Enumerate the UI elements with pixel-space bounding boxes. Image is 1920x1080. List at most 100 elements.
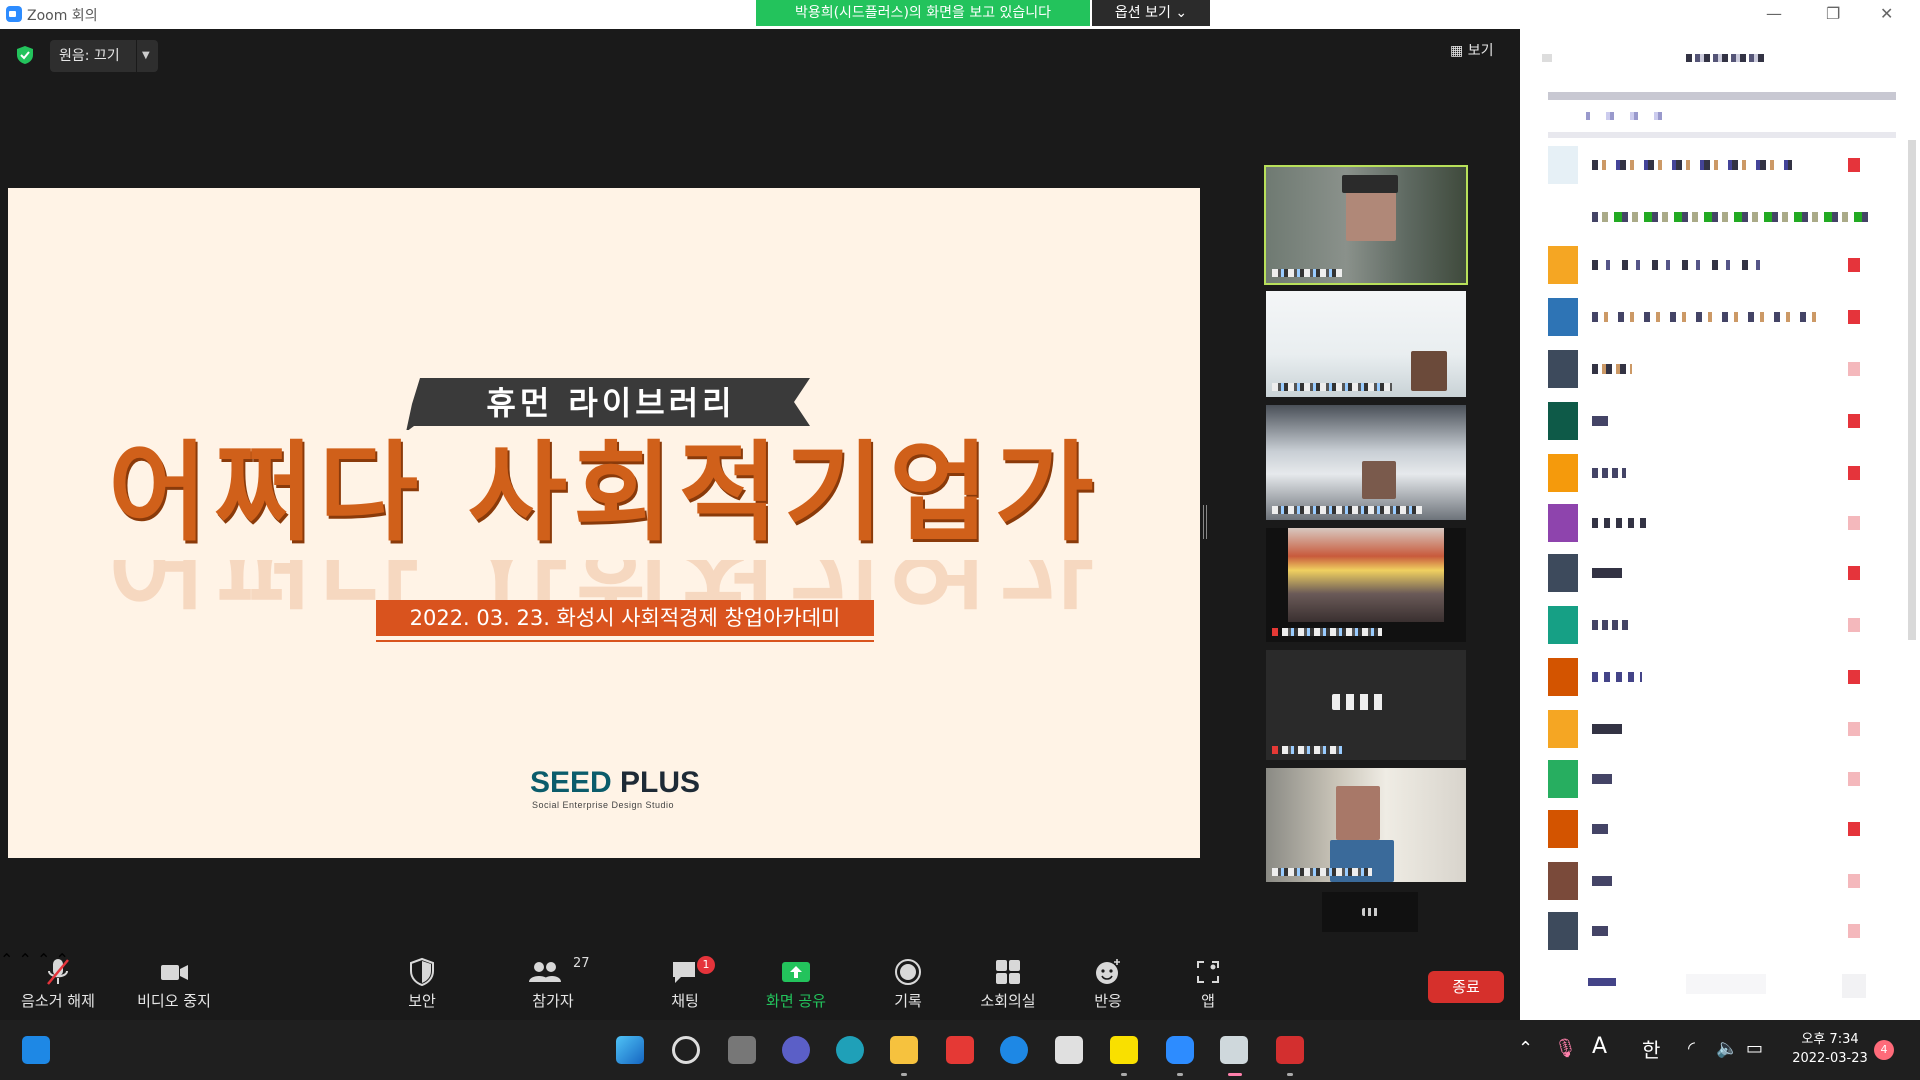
microphone-icon[interactable]: 🎙 bbox=[1554, 1038, 1577, 1059]
video-icon bbox=[124, 956, 224, 988]
chevron-down-icon[interactable]: ▼ bbox=[142, 40, 150, 72]
start-icon[interactable] bbox=[616, 1036, 644, 1064]
pdf-icon[interactable] bbox=[1276, 1036, 1304, 1064]
sync-app-icon[interactable] bbox=[946, 1036, 974, 1064]
list-item-name bbox=[1592, 672, 1642, 682]
edge-icon[interactable] bbox=[1000, 1036, 1028, 1064]
list-item[interactable] bbox=[1548, 862, 1888, 900]
avatar bbox=[1548, 710, 1578, 748]
shield-icon[interactable] bbox=[15, 45, 35, 65]
zoom-icon[interactable] bbox=[1166, 1036, 1194, 1064]
list-item[interactable] bbox=[1548, 810, 1888, 848]
avatar bbox=[1548, 504, 1578, 542]
avatar bbox=[1548, 298, 1578, 336]
divider bbox=[376, 640, 874, 642]
file-explorer-icon[interactable] bbox=[890, 1036, 918, 1064]
system-clock[interactable]: 오후 7:34 2022-03-23 bbox=[1780, 1030, 1880, 1068]
language-indicator[interactable]: 한 bbox=[1642, 1034, 1660, 1063]
avatar bbox=[1548, 198, 1578, 236]
view-options-label: 옵션 보기 bbox=[1114, 5, 1171, 21]
scrollbar[interactable] bbox=[1908, 140, 1916, 640]
video-tile[interactable] bbox=[1264, 165, 1468, 285]
task-view-icon[interactable] bbox=[728, 1036, 756, 1064]
kakaotalk-icon[interactable] bbox=[1110, 1036, 1138, 1064]
status-icon bbox=[1848, 466, 1860, 480]
record-button[interactable]: 기록 bbox=[858, 956, 958, 1016]
resize-handle[interactable] bbox=[1203, 505, 1207, 539]
original-sound-toggle[interactable]: 원음: 끄기 ▼ bbox=[50, 40, 158, 72]
list-item[interactable] bbox=[1548, 504, 1888, 542]
app-icon[interactable] bbox=[1055, 1036, 1083, 1064]
list-item-name bbox=[1592, 260, 1772, 270]
view-button[interactable]: ▦ 보기 bbox=[1450, 40, 1493, 60]
list-item[interactable] bbox=[1548, 710, 1888, 748]
chevron-up-icon[interactable]: ⌃ bbox=[1518, 1038, 1533, 1059]
video-tile[interactable] bbox=[1266, 768, 1466, 882]
panel-footer-button[interactable] bbox=[1686, 974, 1766, 994]
list-item-name bbox=[1592, 416, 1608, 426]
share-screen-icon bbox=[746, 956, 846, 988]
battery-icon[interactable]: ▭ bbox=[1746, 1038, 1763, 1059]
participants-icon: 27 bbox=[503, 956, 603, 988]
status-icon bbox=[1848, 874, 1860, 888]
security-button[interactable]: 보안 bbox=[372, 956, 472, 1016]
search-icon[interactable] bbox=[672, 1036, 700, 1064]
status-icon bbox=[1848, 566, 1860, 580]
participant-label bbox=[1332, 694, 1388, 710]
ime-indicator[interactable]: A bbox=[1592, 1034, 1607, 1059]
participants-button[interactable]: 27 참가자 bbox=[503, 956, 603, 1016]
video-frame bbox=[1288, 528, 1444, 622]
slide-subtitle: 휴먼 라이브러리 bbox=[486, 384, 736, 422]
list-item-name bbox=[1592, 468, 1626, 478]
close-icon[interactable]: ✕ bbox=[1880, 4, 1893, 23]
chat-icon: 1 bbox=[635, 956, 735, 988]
list-item[interactable] bbox=[1548, 554, 1888, 592]
video-tile[interactable] bbox=[1266, 405, 1466, 520]
app-icon[interactable] bbox=[22, 1036, 50, 1064]
list-item[interactable] bbox=[1548, 454, 1888, 492]
browser-icon[interactable] bbox=[836, 1036, 864, 1064]
list-item[interactable] bbox=[1548, 246, 1888, 284]
stop-video-button[interactable]: 비디오 중지 bbox=[124, 956, 224, 1016]
list-item[interactable] bbox=[1548, 198, 1888, 236]
view-options-button[interactable]: 옵션 보기 ⌄ bbox=[1092, 0, 1210, 26]
mic-muted-icon bbox=[1272, 746, 1278, 754]
meeting-toolbar: 음소거 해제 ⌃ 비디오 중지 ⌃ 보안 27 참가자 ⌃ 1 채팅 화면 공유… bbox=[0, 950, 1520, 1020]
side-panel: — ❐ ✕ bbox=[1520, 0, 1920, 1020]
reactions-button[interactable]: 반응 bbox=[1058, 956, 1158, 1016]
unmute-button[interactable]: 음소거 해제 bbox=[8, 956, 108, 1016]
search-input[interactable] bbox=[1548, 92, 1896, 100]
chat-app-icon[interactable] bbox=[782, 1036, 810, 1064]
wifi-icon[interactable]: ◜ bbox=[1688, 1038, 1695, 1059]
panel-footer-button[interactable] bbox=[1842, 974, 1866, 998]
video-tile[interactable] bbox=[1266, 291, 1466, 397]
snipping-tool-icon[interactable] bbox=[1220, 1036, 1248, 1064]
volume-icon[interactable]: 🔈 bbox=[1716, 1038, 1738, 1059]
video-tile[interactable] bbox=[1266, 528, 1466, 642]
list-item[interactable] bbox=[1548, 658, 1888, 696]
video-tile[interactable] bbox=[1266, 650, 1466, 760]
running-indicator bbox=[1287, 1073, 1293, 1076]
panel-footer-button[interactable] bbox=[1588, 978, 1616, 986]
security-icon bbox=[372, 956, 472, 988]
list-item[interactable] bbox=[1548, 760, 1888, 798]
list-item[interactable] bbox=[1548, 298, 1888, 336]
gallery-pager[interactable] bbox=[1322, 892, 1418, 932]
apps-button[interactable]: 앱 bbox=[1158, 956, 1258, 1016]
chat-button[interactable]: 1 채팅 bbox=[635, 956, 735, 1016]
panel-tabs[interactable] bbox=[1586, 112, 1666, 120]
end-meeting-button[interactable]: 종료 bbox=[1428, 971, 1504, 1003]
list-item[interactable] bbox=[1548, 350, 1888, 388]
breakout-rooms-button[interactable]: 소회의실 bbox=[958, 956, 1058, 1016]
notification-badge[interactable]: 4 bbox=[1874, 1040, 1894, 1060]
list-item[interactable] bbox=[1548, 912, 1888, 950]
minimize-icon[interactable]: — bbox=[1766, 4, 1782, 23]
participant-name bbox=[1282, 746, 1342, 754]
list-item[interactable] bbox=[1548, 606, 1888, 644]
title-bar: Zoom 회의 박용희(시드플러스)의 화면을 보고 있습니다 옵션 보기 ⌄ bbox=[0, 0, 1520, 29]
restore-icon[interactable]: ❐ bbox=[1826, 4, 1840, 23]
share-screen-button[interactable]: 화면 공유 bbox=[746, 956, 846, 1016]
list-item[interactable] bbox=[1548, 146, 1888, 184]
reactions-label: 반응 bbox=[1094, 992, 1122, 1010]
list-item[interactable] bbox=[1548, 402, 1888, 440]
